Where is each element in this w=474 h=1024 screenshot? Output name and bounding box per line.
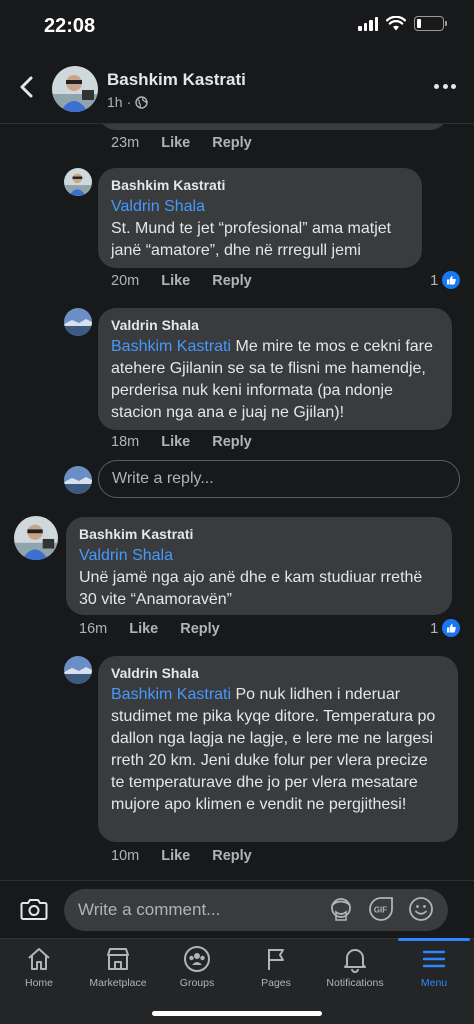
comment-bubble: Valdrin Shala Bashkim Kastrati Me mire t… <box>98 308 452 430</box>
tab-label: Groups <box>179 977 215 989</box>
globe-icon <box>135 95 148 109</box>
comment-body: St. Mund te jet “profesional” ama matjet… <box>111 220 392 259</box>
menu-icon <box>422 950 446 968</box>
svg-text:GIF: GIF <box>374 906 387 915</box>
comment-body: Unë jamë nga ajo anë dhe e kam studiuar … <box>79 569 423 608</box>
like-count: 1 <box>430 271 439 289</box>
mention-link[interactable]: Bashkim Kastrati <box>111 686 231 703</box>
like-count: 1 <box>430 619 439 637</box>
tab-label: Marketplace <box>89 977 147 989</box>
like-button[interactable]: Like <box>161 273 190 289</box>
comment-composer: Write a comment... GIF <box>0 880 474 938</box>
status-bar: 22:08 <box>0 0 474 52</box>
comment-actions: 16m Like Reply <box>79 621 242 637</box>
reply-button[interactable]: Reply <box>212 848 252 864</box>
comment-time: 10m <box>111 848 140 864</box>
comment-text: Valdrin Shala St. Mund te jet “profesion… <box>111 196 408 262</box>
battery-icon <box>414 16 447 31</box>
comment-author[interactable]: Bashkim Kastrati <box>79 526 438 542</box>
like-button[interactable]: Like <box>161 434 190 450</box>
like-button[interactable]: Like <box>161 848 190 864</box>
post-meta: 1h · <box>107 94 148 110</box>
comment-bubble: Valdrin Shala Bashkim Kastrati Po nuk li… <box>98 656 458 842</box>
status-time: 22:08 <box>44 15 96 37</box>
comment-text: Valdrin Shala Unë jamë nga ajo anë dhe e… <box>79 545 438 611</box>
reaction-count[interactable]: 1 <box>430 271 461 289</box>
gif-icon[interactable]: GIF <box>368 896 394 922</box>
mention-link[interactable]: Bashkim Kastrati <box>111 338 231 355</box>
comment-actions: 20m Like Reply <box>111 273 274 289</box>
comments-thread: 23m Like Reply Bashkim Kastrati Valdrin … <box>0 124 474 880</box>
avatar[interactable] <box>64 308 92 336</box>
home-icon <box>28 948 50 970</box>
pages-icon <box>268 949 284 970</box>
comment-bubble: Bashkim Kastrati Valdrin Shala St. Mund … <box>98 168 422 268</box>
reply-button[interactable]: Reply <box>212 135 252 151</box>
comment-text: Bashkim Kastrati Me mire te mos e cekni … <box>111 336 438 424</box>
avatar[interactable] <box>52 66 98 112</box>
meta-separator: · <box>126 94 132 110</box>
comment-body: Po nuk lidhen i nderuar studimet me pika… <box>111 686 436 813</box>
avatar[interactable] <box>64 168 92 196</box>
wifi-icon <box>386 16 406 31</box>
tab-label: Notifications <box>326 977 384 989</box>
tab-label: Home <box>24 977 53 989</box>
like-button[interactable]: Like <box>161 135 190 151</box>
cellular-signal-icon <box>358 16 378 31</box>
bottom-tab-bar: Home Marketplace Groups Pages Notificati… <box>0 938 474 1024</box>
groups-icon <box>184 946 210 972</box>
back-arrow-icon[interactable] <box>14 74 40 100</box>
marketplace-icon <box>107 948 129 970</box>
post-time: 1h <box>107 94 123 110</box>
comment-time: 23m <box>111 135 140 151</box>
tab-label: Pages <box>261 977 291 989</box>
reaction-count[interactable]: 1 <box>430 619 461 637</box>
avatar[interactable] <box>14 516 58 560</box>
tab-marketplace[interactable]: Marketplace <box>79 939 157 999</box>
camera-icon[interactable] <box>20 897 48 921</box>
reply-button[interactable]: Reply <box>180 621 220 637</box>
comment-actions: 10m Like Reply <box>111 848 274 864</box>
previous-comment-bubble <box>98 124 448 130</box>
mention-link[interactable]: Valdrin Shala <box>111 198 205 215</box>
comment-actions: 18m Like Reply <box>111 434 274 450</box>
reply-placeholder: Write a reply... <box>112 470 214 487</box>
avatar <box>64 466 92 494</box>
reply-button[interactable]: Reply <box>212 434 252 450</box>
tab-label: Menu <box>420 977 448 989</box>
reply-input[interactable]: Write a reply... <box>98 460 460 498</box>
avatar[interactable] <box>64 656 92 684</box>
tab-notifications[interactable]: Notifications <box>316 939 394 999</box>
comment-author[interactable]: Bashkim Kastrati <box>111 177 408 193</box>
comment-time: 16m <box>79 621 108 637</box>
comment-placeholder: Write a comment... <box>78 900 221 919</box>
tab-menu[interactable]: Menu <box>395 939 473 999</box>
post-author-name[interactable]: Bashkim Kastrati <box>107 70 246 90</box>
thumbs-up-icon <box>442 619 461 637</box>
comment-actions: 23m Like Reply <box>111 135 274 151</box>
home-indicator <box>152 1011 322 1016</box>
comment-time: 18m <box>111 434 140 450</box>
post-header: Bashkim Kastrati 1h · <box>0 52 474 124</box>
comment-author[interactable]: Valdrin Shala <box>111 665 444 681</box>
like-button[interactable]: Like <box>129 621 158 637</box>
avatar-sticker-icon[interactable] <box>328 896 354 922</box>
bell-icon <box>344 949 366 973</box>
tab-pages[interactable]: Pages <box>237 939 315 999</box>
comment-time: 20m <box>111 273 140 289</box>
emoji-icon[interactable] <box>408 896 434 922</box>
more-options-icon[interactable] <box>434 84 456 92</box>
thumbs-up-icon <box>442 271 461 289</box>
comment-bubble: Bashkim Kastrati Valdrin Shala Unë jamë … <box>66 517 452 615</box>
mention-link[interactable]: Valdrin Shala <box>79 547 173 564</box>
reply-button[interactable]: Reply <box>212 273 252 289</box>
comment-author[interactable]: Valdrin Shala <box>111 317 438 333</box>
tab-home[interactable]: Home <box>0 939 78 999</box>
comment-text: Bashkim Kastrati Po nuk lidhen i nderuar… <box>111 684 444 816</box>
tab-groups[interactable]: Groups <box>158 939 236 999</box>
